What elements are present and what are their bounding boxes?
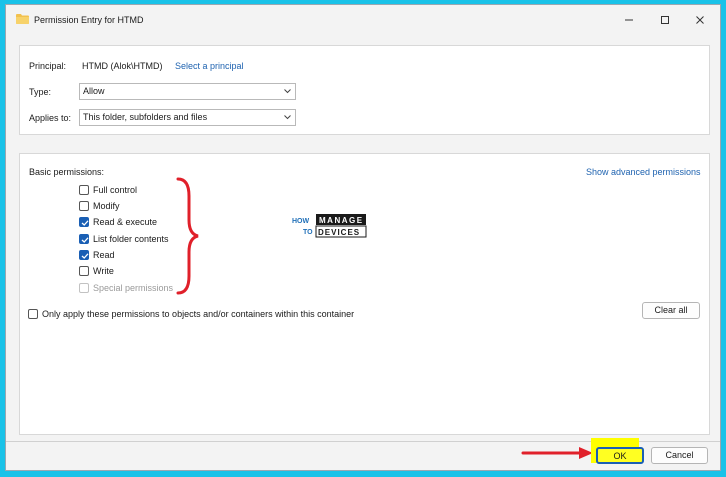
logo-to: TO bbox=[303, 229, 313, 236]
checkbox-label: List folder contents bbox=[93, 233, 169, 244]
checkmark-icon bbox=[81, 219, 89, 226]
checkmark-icon bbox=[81, 252, 89, 259]
minimize-icon bbox=[625, 19, 633, 21]
maximize-button[interactable] bbox=[651, 11, 679, 29]
close-icon bbox=[696, 16, 704, 24]
applies-to-select-value: This folder, subfolders and files bbox=[83, 112, 208, 122]
folder-icon bbox=[16, 14, 29, 24]
checkbox-label: Full control bbox=[93, 184, 138, 195]
chevron-down-icon bbox=[284, 89, 291, 94]
checkbox-label: Write bbox=[93, 265, 114, 276]
close-button[interactable] bbox=[686, 11, 714, 29]
principal-panel: Principal: HTMD (Alok\HTMD) Select a pri… bbox=[19, 45, 710, 135]
checkbox-label: Special permissions bbox=[93, 282, 174, 293]
type-select-value: Allow bbox=[83, 86, 105, 96]
checkbox-checked[interactable] bbox=[79, 216, 89, 227]
checkbox-checked[interactable] bbox=[79, 233, 89, 244]
applies-to-select[interactable]: This folder, subfolders and files bbox=[79, 109, 296, 126]
only-apply-label: Only apply these permissions to objects … bbox=[42, 308, 355, 319]
maximize-icon bbox=[661, 16, 669, 24]
permission-read-execute[interactable]: Read & execute bbox=[79, 215, 157, 228]
type-select[interactable]: Allow bbox=[79, 83, 296, 100]
checkbox-label: Read bbox=[93, 249, 115, 260]
annotation-arrow bbox=[521, 447, 593, 459]
select-principal-link[interactable]: Select a principal bbox=[175, 61, 244, 71]
permissions-panel: Basic permissions: Show advanced permiss… bbox=[19, 153, 710, 435]
permission-special: Special permissions bbox=[79, 281, 173, 294]
checkbox[interactable] bbox=[79, 200, 89, 211]
only-apply-option[interactable]: Only apply these permissions to objects … bbox=[28, 307, 354, 320]
checkbox[interactable] bbox=[79, 265, 89, 276]
checkbox-disabled bbox=[79, 282, 89, 293]
checkbox-label: Read & execute bbox=[93, 216, 158, 227]
permission-read[interactable]: Read bbox=[79, 248, 115, 261]
permission-write[interactable]: Write bbox=[79, 264, 114, 277]
applies-to-label: Applies to: bbox=[29, 113, 72, 123]
permission-list-folder-contents[interactable]: List folder contents bbox=[79, 232, 169, 245]
minimize-button[interactable] bbox=[615, 11, 643, 29]
principal-label: Principal: bbox=[29, 61, 67, 71]
checkmark-icon bbox=[81, 236, 89, 243]
logo-manage: MANAGE bbox=[319, 216, 364, 225]
permission-full-control[interactable]: Full control bbox=[79, 183, 137, 196]
permission-entry-window: Permission Entry for HTMD Principal: HTM… bbox=[5, 4, 721, 471]
type-label: Type: bbox=[29, 87, 52, 97]
ok-button[interactable]: OK bbox=[596, 447, 644, 464]
checkbox-checked[interactable] bbox=[79, 249, 89, 260]
cancel-button[interactable]: Cancel bbox=[651, 447, 708, 464]
checkbox[interactable] bbox=[79, 184, 89, 195]
permission-modify[interactable]: Modify bbox=[79, 199, 120, 212]
show-advanced-permissions-link[interactable]: Show advanced permissions bbox=[586, 167, 701, 177]
clear-all-button[interactable]: Clear all bbox=[642, 302, 700, 319]
basic-permissions-heading: Basic permissions: bbox=[29, 167, 105, 177]
how-to-manage-devices-logo: HOW TO MANAGE DEVICES bbox=[290, 213, 370, 243]
logo-devices: DEVICES bbox=[318, 228, 360, 237]
logo-how: HOW bbox=[292, 218, 310, 225]
annotation-brace bbox=[176, 177, 199, 295]
checkbox[interactable] bbox=[28, 308, 38, 319]
title-bar[interactable]: Permission Entry for HTMD bbox=[6, 5, 720, 37]
checkbox-label: Modify bbox=[93, 200, 120, 211]
window-title: Permission Entry for HTMD bbox=[34, 15, 144, 25]
chevron-down-icon bbox=[284, 115, 291, 120]
principal-value: HTMD (Alok\HTMD) bbox=[82, 61, 163, 71]
